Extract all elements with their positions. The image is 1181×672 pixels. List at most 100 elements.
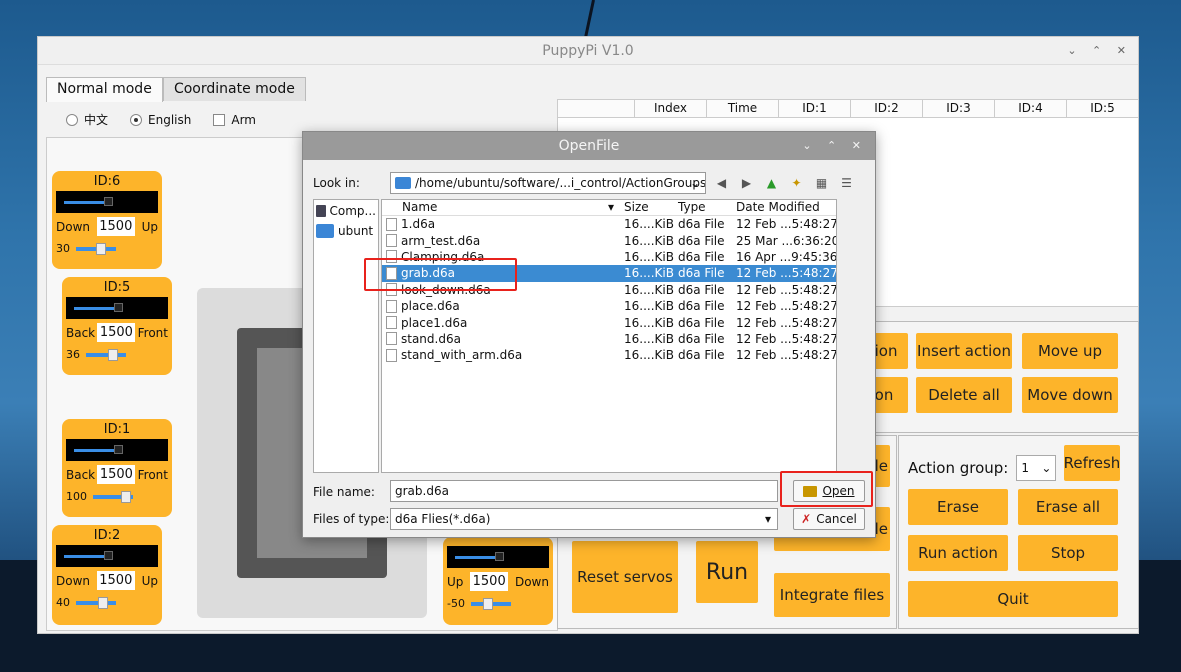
sidebar-item-home[interactable]: ubunt	[314, 220, 378, 240]
servo-slider[interactable]	[447, 546, 549, 568]
servo-mini-value: 40	[56, 596, 70, 609]
cancel-button[interactable]: ✗ Cancel	[793, 508, 865, 530]
col-date[interactable]: Date Modified	[732, 200, 836, 215]
servo-slider[interactable]	[56, 545, 158, 567]
file-size: 16....KiB	[624, 249, 674, 264]
col-header: ID:2	[850, 100, 922, 117]
servo-slider[interactable]	[66, 297, 168, 319]
file-date: 12 Feb ...5:48:27	[736, 282, 836, 297]
servo-mini-slider[interactable]	[86, 348, 126, 361]
move-down-button[interactable]: Move down	[1022, 377, 1118, 413]
servo-id: ID:6	[93, 174, 121, 189]
servo-right-label: Front	[137, 467, 168, 482]
file-row[interactable]: stand_with_arm.d6a 16....KiB d6a File 12 Fe…	[382, 347, 836, 363]
file-size: 16....KiB	[624, 217, 674, 232]
col-header: ID:5	[1066, 100, 1138, 117]
checkbox-arm[interactable]: Arm	[213, 113, 256, 127]
servo-value-input[interactable]: 1500	[470, 572, 509, 591]
file-row[interactable]: place1.d6a 16....KiB d6a File 12 Feb ...5:4…	[382, 314, 836, 330]
servo-mini-slider[interactable]	[76, 596, 116, 609]
file-date: 12 Feb ...5:48:27	[736, 299, 836, 314]
table-header: Index Time ID:1 ID:2 ID:3 ID:4 ID:5	[558, 100, 1138, 118]
col-header: ID:1	[778, 100, 850, 117]
back-icon[interactable]: ◀	[713, 174, 730, 191]
file-row[interactable]: place.d6a 16....KiB d6a File 12 Feb ...5:48…	[382, 298, 836, 314]
file-type-label: Files of type:	[313, 512, 390, 526]
file-row[interactable]: stand.d6a 16....KiB d6a File 12 Feb ...5:48…	[382, 331, 836, 347]
file-type: d6a File	[678, 282, 725, 297]
stop-button[interactable]: Stop	[1018, 535, 1118, 571]
move-up-button[interactable]: Move up	[1022, 333, 1118, 369]
file-name: 1.d6a	[401, 217, 436, 232]
reset-servos-button[interactable]: Reset servos	[572, 541, 678, 613]
background-pole	[583, 0, 595, 40]
file-date: 12 Feb ...5:48:27	[736, 348, 836, 363]
file-list: Name ▾ Size Type Date Modified 1.d6a 16...…	[381, 199, 837, 473]
cancel-icon: ✗	[801, 512, 812, 526]
refresh-button[interactable]: Refresh	[1064, 445, 1120, 481]
radio-english[interactable]: English	[130, 113, 191, 127]
sidebar-item-computer[interactable]: Comp...	[314, 200, 378, 220]
servo-panel-id5: ID:5 Back 1500 Front 36	[62, 277, 172, 375]
integrate-files-button[interactable]: Integrate files	[774, 573, 890, 617]
tab-coordinate-mode[interactable]: Coordinate mode	[162, 77, 306, 101]
col-header: Index	[634, 100, 706, 117]
servo-mini-slider[interactable]	[76, 242, 116, 255]
servo-mini-slider[interactable]	[93, 490, 133, 503]
servo-mini-slider[interactable]	[470, 597, 511, 610]
servo-value-input[interactable]: 1500	[96, 217, 135, 236]
erase-all-button[interactable]: Erase all	[1018, 489, 1118, 525]
file-icon	[386, 316, 397, 330]
file-row[interactable]: arm_test.d6a 16....KiB d6a File 25 Mar ...6…	[382, 232, 836, 248]
computer-icon	[316, 205, 326, 217]
col-header: ID:4	[994, 100, 1066, 117]
file-name: arm_test.d6a	[401, 233, 481, 248]
up-icon[interactable]: ▲	[763, 174, 780, 191]
servo-slider[interactable]	[56, 191, 158, 213]
col-size[interactable]: Size	[620, 200, 674, 215]
file-type-select[interactable]: d6a Flies(*.d6a) ▾	[390, 508, 778, 530]
look-in-combo[interactable]: /home/ubuntu/software/...i_control/Actio…	[390, 172, 706, 194]
radio-chinese[interactable]: 中文	[66, 111, 108, 128]
list-view-icon[interactable]: ▦	[813, 174, 830, 191]
delete-all-button[interactable]: Delete all	[916, 377, 1012, 413]
servo-left-label: Back	[66, 467, 96, 482]
servo-right-label: Up	[141, 219, 158, 234]
file-name: stand_with_arm.d6a	[401, 348, 523, 363]
window-controls[interactable]: ⌄ ⌃ ✕	[1067, 37, 1132, 65]
servo-value-input[interactable]: 1500	[96, 571, 135, 590]
action-group-label: Action group:	[908, 459, 1009, 477]
quit-button[interactable]: Quit	[908, 581, 1118, 617]
run-action-button[interactable]: Run action	[908, 535, 1008, 571]
file-row[interactable]: 1.d6a 16....KiB d6a File 12 Feb ...5:48:27	[382, 216, 836, 232]
action-group-row: Action group: 1 ⌄	[908, 455, 1057, 481]
servo-slider[interactable]	[66, 439, 168, 461]
tab-normal-mode[interactable]: Normal mode	[46, 77, 163, 102]
erase-button[interactable]: Erase	[908, 489, 1008, 525]
forward-icon[interactable]: ▶	[738, 174, 755, 191]
file-type: d6a File	[678, 217, 725, 232]
file-date: 12 Feb ...5:48:27	[736, 331, 836, 346]
run-button[interactable]: Run	[696, 541, 758, 603]
language-options: 中文 English Arm	[66, 111, 256, 128]
servo-left-label: Back	[66, 325, 96, 340]
file-size: 16....KiB	[624, 282, 674, 297]
servo-value-input[interactable]: 1500	[97, 465, 136, 484]
file-type: d6a File	[678, 249, 725, 264]
col-header: ID:3	[922, 100, 994, 117]
action-group-select[interactable]: 1 ⌄	[1016, 455, 1057, 481]
col-name[interactable]: Name ▾	[382, 200, 620, 215]
new-folder-icon[interactable]: ✦	[788, 174, 805, 191]
servo-left-label: Down	[56, 573, 91, 588]
servo-panel-lower: Up 1500 Down -50	[443, 537, 553, 625]
file-name-input[interactable]: grab.d6a	[390, 480, 778, 502]
servo-value-input[interactable]: 1500	[97, 323, 136, 342]
col-type[interactable]: Type	[674, 200, 732, 215]
detail-view-icon[interactable]: ☰	[838, 174, 855, 191]
insert-action-button[interactable]: Insert action	[916, 333, 1012, 369]
col-header	[558, 100, 634, 117]
file-name: stand.d6a	[401, 331, 461, 346]
dialog-controls[interactable]: ⌄ ⌃ ✕	[802, 132, 867, 160]
file-type: d6a File	[678, 331, 725, 346]
servo-left-label: Down	[56, 219, 91, 234]
